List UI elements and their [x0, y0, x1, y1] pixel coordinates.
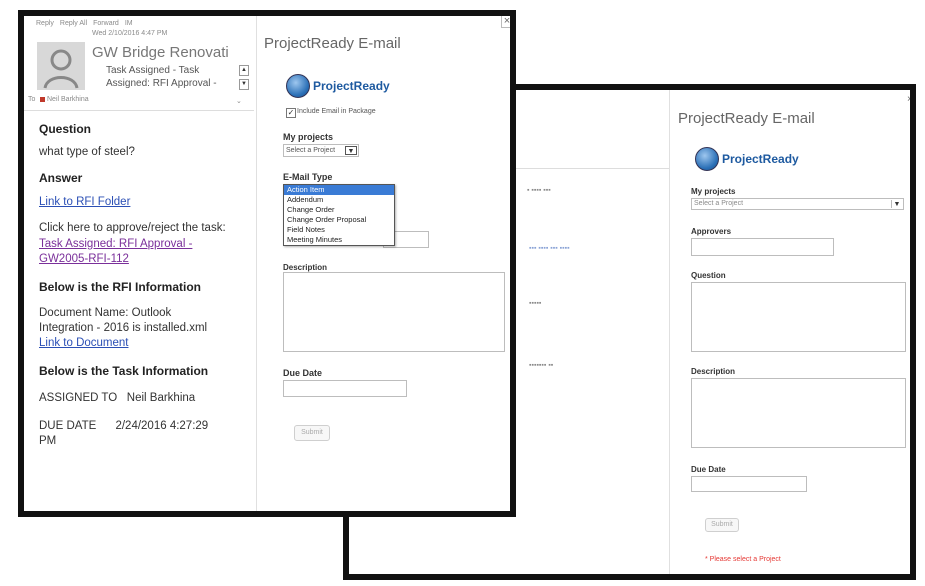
- to-label: To: [28, 96, 36, 103]
- projectready-logo: ProjectReady: [286, 74, 390, 98]
- email-type-option[interactable]: Field Notes: [284, 225, 394, 235]
- due-date-line-1: DUE DATE 2/24/2016 4:27:29: [39, 420, 209, 432]
- question-heading: Question: [39, 122, 92, 136]
- scroll-down-icon[interactable]: ▼: [239, 79, 249, 90]
- description-label: Description: [283, 263, 328, 272]
- approve-text: Click here to approve/reject the task:: [39, 222, 226, 234]
- project-select[interactable]: Select a Project ▼: [691, 198, 904, 210]
- question-label: Question: [691, 271, 726, 280]
- email-type-label: E-Mail Type: [283, 172, 333, 182]
- sender-name: GW Bridge Renovati: [92, 44, 229, 61]
- panel-title: ProjectReady E-mail: [264, 35, 401, 52]
- due-date-input[interactable]: [283, 380, 407, 397]
- person-icon: [43, 49, 79, 89]
- my-projects-label: My projects: [283, 132, 334, 142]
- include-email-label: Include Email in Package: [297, 108, 376, 115]
- description-textarea[interactable]: [283, 272, 505, 352]
- email-toolbar: Reply Reply All Forward IM: [36, 20, 133, 27]
- description-label: Description: [691, 367, 736, 376]
- assigned-to: ASSIGNED TO Neil Barkhina: [39, 392, 196, 404]
- reply-button[interactable]: Reply: [36, 20, 54, 27]
- approvers-input[interactable]: [691, 238, 834, 256]
- chevron-down-icon: ▼: [891, 200, 902, 208]
- rfi-info-heading: Below is the RFI Information: [39, 280, 202, 294]
- front-screenshot: Reply Reply All Forward IM Wed 2/10/2016…: [18, 10, 516, 517]
- expand-icon[interactable]: ⌄: [236, 97, 242, 105]
- answer-heading: Answer: [39, 171, 83, 185]
- submit-button[interactable]: Submit: [294, 425, 330, 441]
- email-type-option[interactable]: Action Item: [284, 185, 394, 195]
- pane-divider: [669, 90, 670, 574]
- task-link-line-2[interactable]: GW2005-RFI-112: [39, 253, 129, 265]
- reply-all-button[interactable]: Reply All: [60, 20, 87, 27]
- faded-text: ▪ ▪▪▪▪ ▪▪▪: [527, 187, 551, 194]
- project-select[interactable]: Select a Project ▼: [283, 144, 359, 157]
- scroll-up-icon[interactable]: ▲: [239, 65, 249, 76]
- projectready-logo: ProjectReady: [695, 147, 799, 171]
- email-date: Wed 2/10/2016 4:47 PM: [92, 30, 168, 37]
- due-date-input[interactable]: [691, 476, 807, 492]
- email-type-dropdown[interactable]: Action Item Addendum Change Order Change…: [283, 184, 395, 246]
- email-type-option[interactable]: Meeting Minutes: [284, 235, 394, 245]
- header-divider: [24, 110, 254, 111]
- task-info-heading: Below is the Task Information: [39, 364, 209, 378]
- email-type-option[interactable]: Change Order: [284, 205, 394, 215]
- faded-text: ▪▪▪▪▪▪▪ ▪▪: [529, 362, 554, 369]
- im-button[interactable]: IM: [125, 20, 133, 27]
- chevron-down-icon: ▼: [345, 146, 357, 155]
- approvers-label: Approvers: [691, 227, 732, 236]
- description-textarea[interactable]: [691, 378, 906, 448]
- doc-name-line-2: Integration - 2016 is installed.xml: [39, 322, 208, 334]
- close-icon[interactable]: ×: [907, 94, 910, 105]
- include-email-checkbox[interactable]: ✓: [286, 108, 296, 118]
- faded-text: ▪▪▪▪▪: [529, 300, 542, 307]
- task-link-line-1[interactable]: Task Assigned: RFI Approval -: [39, 238, 192, 250]
- globe-icon: [286, 74, 310, 98]
- doc-name-line-1: Document Name: Outlook: [39, 307, 172, 319]
- document-link[interactable]: Link to Document: [39, 337, 129, 349]
- error-message: * Please select a Project: [705, 556, 781, 563]
- presence-icon: [40, 97, 45, 102]
- my-projects-label: My projects: [691, 187, 736, 196]
- globe-icon: [695, 147, 719, 171]
- subject-line-2: Assigned: RFI Approval -: [106, 78, 217, 89]
- close-icon[interactable]: ×: [501, 16, 510, 28]
- question-textarea[interactable]: [691, 282, 906, 352]
- email-type-option[interactable]: Addendum: [284, 195, 394, 205]
- due-date-label: Due Date: [283, 368, 323, 378]
- faded-link: ▪▪▪ ▪▪▪▪ ▪▪▪ ▪▪▪▪: [529, 245, 570, 252]
- due-date-label: Due Date: [691, 465, 726, 474]
- email-divider: [499, 168, 669, 169]
- subject-line-1: Task Assigned - Task: [106, 65, 200, 76]
- rfi-folder-link[interactable]: Link to RFI Folder: [39, 196, 130, 208]
- to-name[interactable]: Neil Barkhina: [47, 96, 89, 103]
- question-text: what type of steel?: [39, 146, 135, 158]
- forward-button[interactable]: Forward: [93, 20, 119, 27]
- due-date-line-2: PM: [39, 435, 57, 447]
- email-type-option[interactable]: Change Order Proposal: [284, 215, 394, 225]
- panel-title: ProjectReady E-mail: [678, 110, 815, 127]
- avatar: [37, 42, 85, 90]
- pane-divider: [256, 16, 257, 511]
- submit-button[interactable]: Submit: [705, 518, 739, 532]
